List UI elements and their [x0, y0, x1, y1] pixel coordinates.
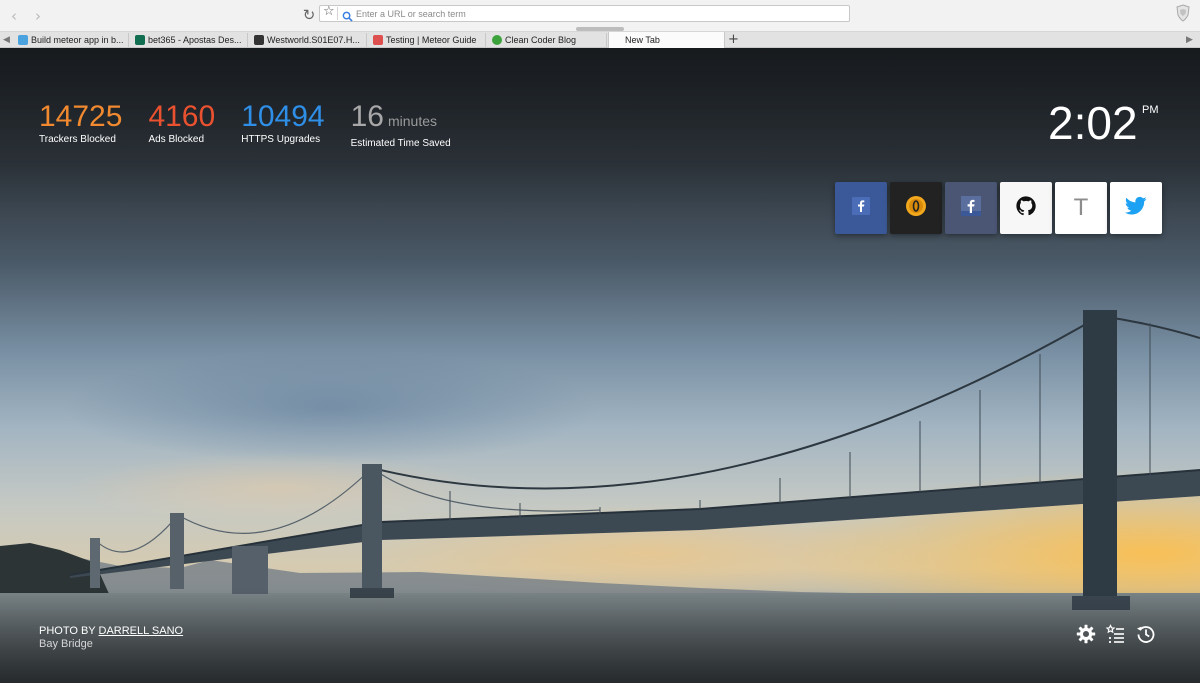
bookmarks-icon — [1105, 624, 1126, 648]
photo-credit-line: PHOTO BY DARRELL SANO — [39, 625, 183, 637]
clock-ampm: PM — [1142, 104, 1159, 116]
toolbar-drag-handle[interactable] — [576, 27, 624, 31]
tab-favicon-icon — [373, 35, 383, 45]
page-actions — [1075, 624, 1165, 648]
tab-bar: ◀ Build meteor app in b... bet365 - Apos… — [0, 32, 1200, 48]
tab-scroll-right-icon[interactable]: ▶ — [1186, 33, 1193, 47]
tab-favicon-icon — [492, 35, 502, 45]
new-tab-button[interactable]: + — [728, 32, 739, 48]
clock: 2:02 PM — [1048, 97, 1159, 149]
gear-icon — [1076, 624, 1096, 648]
top-site-github[interactable] — [1000, 182, 1052, 234]
photographer-link[interactable]: DARRELL SANO — [99, 625, 184, 637]
tab-favicon-icon — [254, 35, 264, 45]
tab-favicon-icon — [18, 35, 28, 45]
stat-value: 10494 — [241, 100, 325, 133]
settings-button[interactable] — [1075, 624, 1097, 648]
browser-toolbar: ‹ › ↻ ☆ — [0, 0, 1200, 32]
tab-title: Build meteor app in b... — [31, 35, 124, 45]
letter-t-icon: T — [1073, 194, 1089, 221]
stat-value: 14725 — [39, 100, 123, 133]
history-icon — [1136, 624, 1156, 648]
tab-favicon-icon — [135, 35, 145, 45]
bookmarks-button[interactable] — [1105, 624, 1127, 648]
url-input[interactable] — [356, 6, 836, 21]
brave-shield-icon[interactable] — [1175, 4, 1191, 26]
top-sites: T — [835, 182, 1165, 234]
github-icon — [1015, 195, 1037, 221]
tab-build-meteor[interactable]: Build meteor app in b... — [13, 33, 129, 47]
tab-testing-meteor[interactable]: Testing | Meteor Guide — [368, 33, 486, 47]
tab-title: Westworld.S01E07.H... — [267, 35, 360, 45]
top-site-twitter[interactable] — [1110, 182, 1162, 234]
forward-button[interactable]: › — [28, 6, 48, 26]
stat-label: Ads Blocked — [148, 134, 205, 145]
url-bar[interactable]: ☆ — [319, 4, 850, 22]
tab-clean-coder[interactable]: Clean Coder Blog — [487, 33, 607, 47]
stat-unit: minutes — [388, 113, 438, 129]
stat-label: Estimated Time Saved — [350, 138, 451, 149]
new-tab-page: 14725 Trackers Blocked 4160 Ads Blocked … — [0, 48, 1200, 683]
facebook-icon — [961, 196, 981, 220]
top-site-facebook-alt[interactable] — [945, 182, 997, 234]
history-button[interactable] — [1135, 625, 1157, 647]
stat-label: HTTPS Upgrades — [241, 134, 321, 145]
clock-time: 2:02 — [1048, 97, 1138, 149]
search-icon — [342, 7, 353, 26]
stat-label: Trackers Blocked — [39, 134, 116, 145]
stats-panel: 14725 Trackers Blocked 4160 Ads Blocked … — [39, 100, 477, 149]
stat-time-saved: 16 minutes Estimated Time Saved — [351, 100, 451, 149]
tab-title: bet365 - Apostas Des... — [148, 35, 242, 45]
reload-button[interactable]: ↻ — [299, 5, 319, 25]
urlbar-divider — [337, 7, 338, 20]
tab-new-tab[interactable]: New Tab — [608, 32, 725, 48]
tab-scroll-left-icon[interactable]: ◀ — [3, 33, 10, 47]
tab-title: New Tab — [625, 35, 660, 45]
tab-westworld[interactable]: Westworld.S01E07.H... — [249, 33, 367, 47]
stat-https-upgrades: 10494 HTTPS Upgrades — [241, 100, 324, 149]
stat-ads-blocked: 4160 Ads Blocked — [148, 100, 215, 149]
tab-title: Clean Coder Blog — [505, 35, 577, 45]
photo-location: Bay Bridge — [39, 638, 93, 650]
facebook-icon — [852, 197, 870, 219]
top-site-facebook[interactable] — [835, 182, 887, 234]
tab-bet365[interactable]: bet365 - Apostas Des... — [130, 33, 248, 47]
stat-value: 16 minutes — [350, 100, 438, 133]
back-button[interactable]: ‹ — [4, 6, 24, 26]
tab-title: Testing | Meteor Guide — [386, 35, 477, 45]
stat-value: 4160 — [148, 100, 216, 133]
twitter-icon — [1124, 196, 1147, 220]
bookmark-star-icon[interactable]: ☆ — [323, 4, 335, 19]
coin-icon — [905, 195, 927, 221]
photo-credit-prefix: PHOTO BY — [39, 625, 96, 637]
top-site-letter-t[interactable]: T — [1055, 182, 1107, 234]
top-site-overwolf[interactable] — [890, 182, 942, 234]
stat-trackers-blocked: 14725 Trackers Blocked — [39, 100, 122, 149]
photo-credit: PHOTO BY DARRELL SANO Bay Bridge — [39, 625, 183, 650]
